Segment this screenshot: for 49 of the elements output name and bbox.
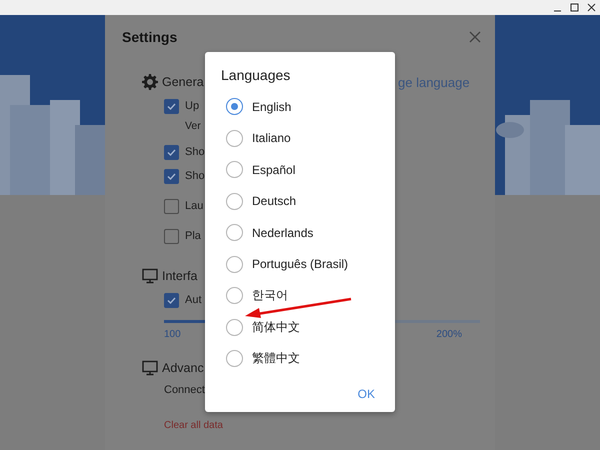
checkbox-label: Sho: [185, 146, 205, 158]
language-option[interactable]: Nederlands: [252, 226, 314, 240]
language-option[interactable]: Deutsch: [252, 194, 296, 208]
language-option[interactable]: 简体中文: [252, 318, 300, 336]
checkbox-label: Aut: [185, 294, 202, 306]
radio-button[interactable]: [226, 192, 243, 210]
section-title: Advanc: [162, 361, 204, 375]
checkbox[interactable]: [164, 292, 179, 308]
slider-max-label: 200%: [436, 329, 462, 340]
monitor-icon: [142, 268, 158, 284]
setting-label: Connect: [164, 383, 205, 398]
radio-button[interactable]: [226, 224, 243, 242]
section-title: Interfa: [162, 269, 198, 283]
checkbox[interactable]: [164, 98, 179, 114]
checkbox[interactable]: [164, 198, 179, 214]
checkbox[interactable]: [164, 144, 179, 160]
checkbox-label: Lau: [185, 200, 204, 212]
radio-button[interactable]: [226, 318, 243, 336]
maximize-icon[interactable]: [570, 3, 579, 12]
checkmark-icon: [167, 296, 176, 304]
language-option[interactable]: 繁體中文: [252, 350, 300, 368]
radio-button[interactable]: [226, 130, 243, 147]
dialog-title: Languages: [221, 68, 292, 82]
checkmark-icon: [167, 148, 176, 156]
language-option[interactable]: Italiano: [252, 131, 291, 146]
checkbox[interactable]: [164, 168, 179, 184]
close-icon[interactable]: [587, 3, 596, 12]
checkbox-label: Pla: [185, 230, 201, 242]
monitor-icon: [142, 360, 158, 376]
radio-button[interactable]: [226, 287, 243, 304]
checkbox-label: Sho: [185, 170, 205, 182]
radio-button[interactable]: [226, 256, 243, 273]
checkbox-label: Up: [185, 100, 200, 112]
section-title: Genera: [162, 75, 204, 89]
checkmark-icon: [167, 172, 176, 180]
gear-icon: [142, 74, 158, 90]
radio-button[interactable]: [226, 350, 243, 368]
checkmark-icon: [167, 102, 176, 110]
checkbox[interactable]: [164, 228, 179, 244]
radio-button[interactable]: [226, 161, 243, 178]
slider-min-label: 100: [164, 329, 181, 340]
version-note: Ver: [185, 119, 201, 134]
panel-title: Settings: [122, 29, 178, 45]
language-option[interactable]: Português (Brasil): [252, 257, 348, 272]
language-option[interactable]: English: [252, 100, 292, 114]
language-option[interactable]: 한국어: [252, 287, 288, 304]
radio-button[interactable]: [226, 98, 243, 116]
ok-button[interactable]: OK: [352, 382, 381, 404]
language-option[interactable]: Español: [252, 162, 296, 177]
